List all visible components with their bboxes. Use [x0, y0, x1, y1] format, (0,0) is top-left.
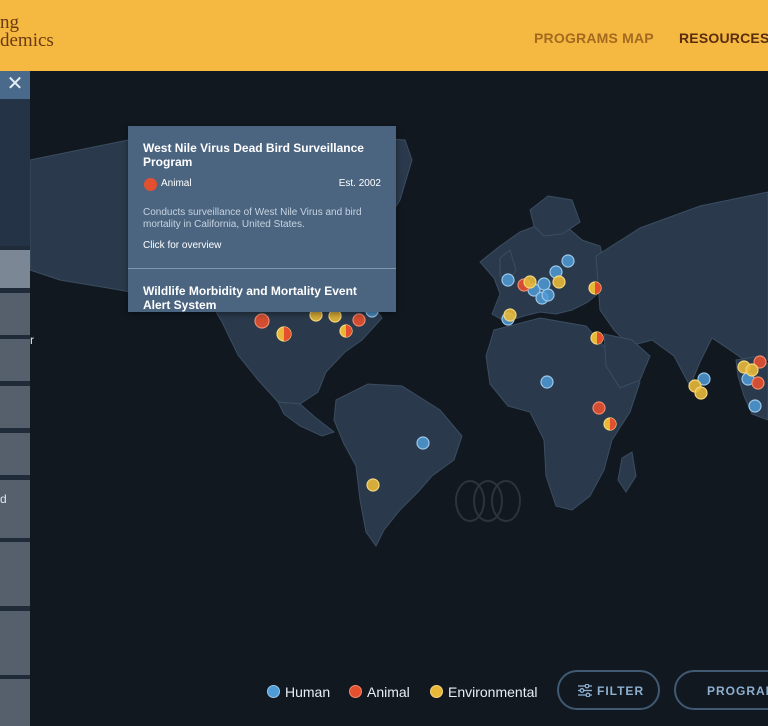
popup-description: Conducts surveillance of West Nile Virus…	[143, 207, 362, 230]
marker-environmental	[523, 275, 537, 289]
marker-environmental	[366, 478, 380, 492]
marker-environmental	[694, 386, 708, 400]
legend-human[interactable]: Human	[285, 684, 330, 700]
marker-mixed	[588, 281, 602, 295]
marker-mixed	[276, 326, 292, 342]
sidebar-text-fragment: d	[0, 492, 7, 506]
sidebar-text-fragment: r	[30, 333, 34, 347]
marker-human	[501, 273, 515, 287]
marker-animal	[592, 401, 606, 415]
sidebar-card[interactable]	[0, 339, 30, 381]
marker-human	[540, 375, 554, 389]
marker-human	[416, 436, 430, 450]
filter-label: FILTER	[597, 684, 645, 698]
marker-animal	[751, 376, 765, 390]
site-header: ng demics PROGRAMS MAP RESOURCES	[0, 0, 768, 71]
logo-line-2: demics	[0, 30, 54, 51]
close-icon[interactable]: ✕	[0, 71, 30, 99]
marker-environmental	[552, 275, 566, 289]
nav-programs-map[interactable]: PROGRAMS MAP	[534, 30, 654, 46]
popup-next-title[interactable]: Wildlife Morbidity and Mortality Event A…	[143, 284, 373, 312]
marker-environmental	[745, 363, 759, 377]
filter-button[interactable]: FILTER	[557, 670, 660, 710]
marker-human	[537, 277, 551, 291]
popup-established: Est. 2002	[338, 178, 381, 189]
marker-mixed	[339, 324, 353, 338]
programs-label: PROGRAMS	[707, 684, 768, 698]
sidebar-card[interactable]	[0, 250, 30, 288]
marker-human	[561, 254, 575, 268]
marker-human	[541, 288, 555, 302]
popup-title[interactable]: West Nile Virus Dead Bird Surveillance P…	[143, 141, 373, 169]
sidebar-card[interactable]	[0, 611, 30, 675]
human-legend-icon	[267, 685, 280, 698]
legend-animal[interactable]: Animal	[367, 684, 410, 700]
environmental-legend-icon	[430, 685, 443, 698]
sidebar-card[interactable]	[0, 542, 30, 606]
popup-overview-link[interactable]: Click for overview	[143, 240, 221, 251]
popup-divider	[128, 268, 396, 269]
sidebar-card[interactable]	[0, 386, 30, 428]
legend-environmental[interactable]: Environmental	[448, 684, 538, 700]
marker-mixed	[603, 417, 617, 431]
program-popup[interactable]: West Nile Virus Dead Bird Surveillance P…	[128, 126, 396, 312]
marker-environmental	[503, 308, 517, 322]
site-logo[interactable]: ng demics	[0, 13, 54, 51]
nav-resources[interactable]: RESOURCES	[679, 30, 768, 46]
marker-animal	[352, 313, 366, 327]
programs-button[interactable]: PROGRAMS	[674, 670, 768, 710]
sidebar-card[interactable]	[0, 480, 30, 538]
marker-human	[748, 399, 762, 413]
sidebar-card[interactable]	[0, 679, 30, 726]
land-europe	[479, 221, 607, 323]
land-madagascar	[617, 451, 637, 493]
land-scandinavia	[529, 195, 581, 237]
land-south-america	[333, 383, 463, 547]
sliders-icon	[578, 684, 592, 697]
animal-legend-icon	[349, 685, 362, 698]
sidebar-card[interactable]	[0, 433, 30, 475]
land-central-america	[277, 401, 336, 437]
filter-sidebar: ✕ r d	[0, 71, 34, 726]
marker-mixed	[590, 331, 604, 345]
popup-category: Animal	[161, 178, 192, 189]
sidebar-card[interactable]	[0, 293, 30, 335]
map-watermark	[455, 480, 521, 522]
marker-animal	[254, 313, 270, 329]
animal-dot-icon	[144, 178, 157, 191]
